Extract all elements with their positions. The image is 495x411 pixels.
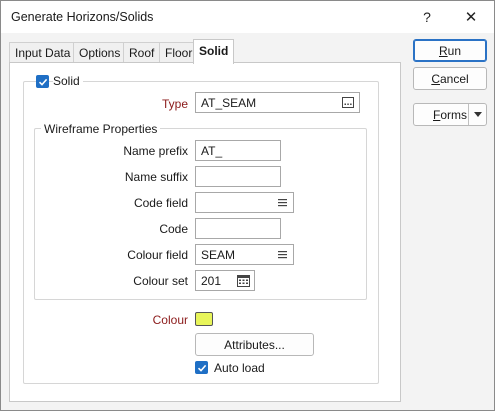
run-label-rest: un (447, 43, 462, 58)
list-icon[interactable] (275, 248, 289, 261)
tab-input-data[interactable]: Input Data (9, 42, 74, 63)
solid-checkbox-label: Solid (53, 74, 83, 88)
dialog-window: Generate Horizons/Solids ? ✕ Input Data … (0, 0, 495, 411)
colour-field-input[interactable]: SEAM (195, 244, 294, 265)
cancel-mnemonic: C (431, 71, 440, 86)
tab-label: Input Data (15, 46, 71, 60)
run-button[interactable]: Run (413, 39, 487, 62)
close-icon: ✕ (464, 9, 478, 26)
check-icon (38, 78, 47, 86)
attributes-button-label: Attributes... (224, 337, 285, 352)
colour-set-label: Colour set (133, 274, 188, 288)
tab-label: Solid (199, 44, 229, 58)
tab-floor[interactable]: Floor (159, 42, 195, 63)
colour-set-value: 201 (201, 274, 222, 288)
forms-button[interactable]: Forms (413, 103, 487, 126)
chevron-down-icon (473, 112, 482, 117)
name-prefix-value: AT_ (201, 144, 223, 158)
forms-mnemonic: F (433, 107, 441, 122)
auto-load-label: Auto load (214, 361, 265, 375)
ellipsis-icon[interactable] (341, 96, 355, 109)
name-suffix-input[interactable] (195, 166, 281, 187)
cancel-label-rest: ancel (439, 71, 469, 86)
forms-dropdown-button[interactable] (468, 104, 486, 125)
tab-options[interactable]: Options (73, 42, 124, 63)
title-bar: Generate Horizons/Solids ? ✕ (1, 1, 494, 33)
colour-label: Colour (152, 313, 188, 327)
tab-label: Floor (165, 46, 193, 60)
help-icon: ? (423, 9, 431, 25)
cancel-button[interactable]: Cancel (413, 67, 487, 90)
code-label: Code (159, 222, 188, 236)
code-field-label: Code field (133, 196, 188, 210)
type-label: Type (161, 97, 188, 111)
type-field[interactable]: AT_SEAM (195, 92, 360, 113)
code-field-input[interactable] (195, 192, 294, 213)
type-value: AT_SEAM (201, 96, 257, 110)
help-button[interactable]: ? (405, 1, 449, 33)
close-button[interactable]: ✕ (449, 1, 493, 33)
attributes-button[interactable]: Attributes... (195, 333, 314, 356)
forms-label-rest: orms (440, 107, 468, 122)
name-prefix-input[interactable]: AT_ (195, 140, 281, 161)
colour-palette-icon[interactable] (236, 274, 250, 287)
colour-swatch[interactable] (195, 312, 213, 326)
auto-load-checkbox[interactable] (195, 361, 208, 374)
solid-checkbox[interactable] (36, 75, 49, 88)
colour-field-label: Colour field (127, 248, 188, 262)
run-mnemonic: R (438, 43, 448, 58)
list-icon[interactable] (275, 196, 289, 209)
tab-solid[interactable]: Solid (193, 39, 234, 64)
code-input[interactable] (195, 218, 281, 239)
check-icon (197, 364, 206, 372)
colour-set-input[interactable]: 201 (195, 270, 255, 291)
tab-label: Roof (129, 46, 155, 60)
colour-field-value: SEAM (201, 248, 236, 262)
wireframe-properties-legend: Wireframe Properties (41, 122, 161, 136)
window-title: Generate Horizons/Solids (11, 10, 154, 24)
name-prefix-label: Name prefix (123, 144, 188, 158)
tab-roof[interactable]: Roof (123, 42, 160, 63)
name-suffix-label: Name suffix (124, 170, 188, 184)
tab-label: Options (79, 46, 121, 60)
